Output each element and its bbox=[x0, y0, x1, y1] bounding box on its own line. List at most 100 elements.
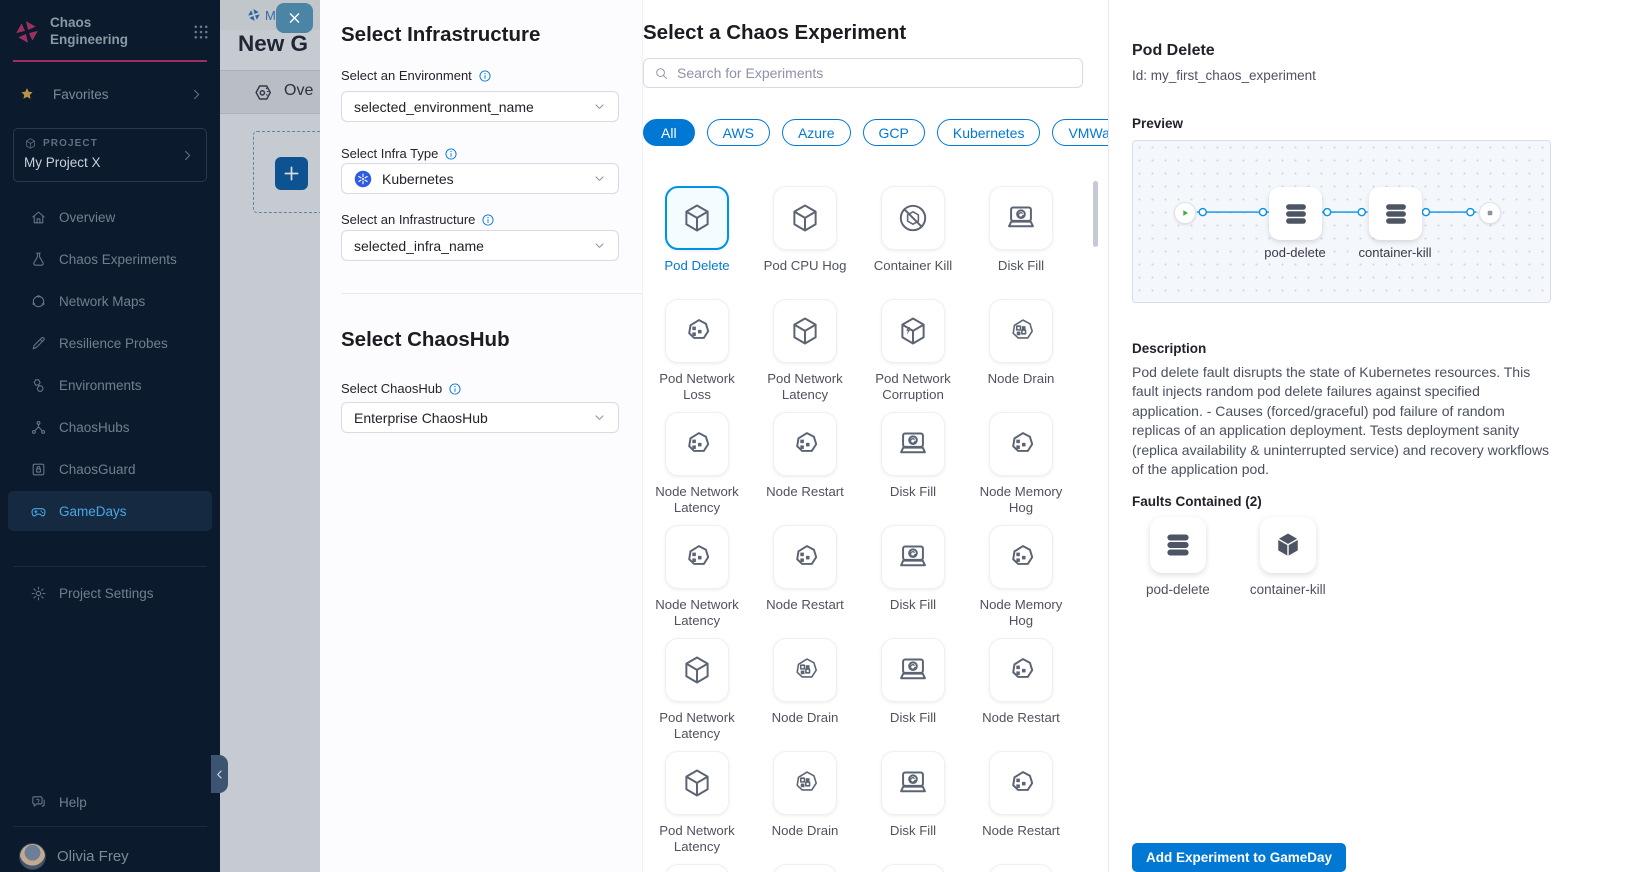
fault-label: pod-delete bbox=[1146, 582, 1210, 597]
experiment-card-disk-fill[interactable] bbox=[989, 186, 1053, 250]
experiment-card-partial[interactable] bbox=[881, 864, 945, 872]
nodesq-icon bbox=[788, 766, 822, 800]
experiment-card-node-memory-hog[interactable] bbox=[989, 525, 1053, 589]
filter-chip-aws[interactable]: AWS bbox=[707, 119, 770, 146]
sidebar-item-network-maps[interactable]: Network Maps bbox=[0, 280, 220, 322]
search-input[interactable] bbox=[677, 65, 1072, 81]
experiment-card-disk-fill[interactable] bbox=[881, 751, 945, 815]
nodesq-icon bbox=[1004, 314, 1038, 348]
project-label: PROJECT bbox=[43, 138, 98, 149]
info-icon[interactable] bbox=[444, 147, 458, 161]
infra-type-select[interactable]: Kubernetes bbox=[341, 163, 619, 194]
sidebar-collapse-handle[interactable] bbox=[211, 755, 228, 793]
info-icon[interactable] bbox=[481, 213, 495, 227]
sidebar-item-chaosguard[interactable]: ChaosGuard bbox=[0, 448, 220, 490]
experiment-card-partial[interactable] bbox=[773, 864, 837, 872]
experiment-card-label: Disk Fill bbox=[998, 258, 1044, 274]
experiment-card-label: Node Drain bbox=[772, 823, 839, 839]
sidebar-item-chaoshubs[interactable]: ChaosHubs bbox=[0, 406, 220, 448]
module-switcher-icon[interactable] bbox=[192, 23, 210, 41]
sidebar-item-gamedays[interactable]: GameDays bbox=[8, 491, 212, 531]
experiment-card-node-restart[interactable] bbox=[773, 525, 837, 589]
experiment-card-node-restart[interactable] bbox=[773, 412, 837, 476]
fault-card[interactable] bbox=[1150, 517, 1206, 573]
experiment-card-label: Pod Network Latency bbox=[753, 371, 857, 402]
node-icon bbox=[1004, 653, 1038, 687]
experiment-card-node-drain[interactable] bbox=[989, 299, 1053, 363]
experiment-card-disk-fill[interactable] bbox=[881, 525, 945, 589]
experiment-card-partial[interactable] bbox=[989, 864, 1053, 872]
filter-chip-gcp[interactable]: GCP bbox=[863, 119, 925, 146]
overview-tab-icon bbox=[252, 81, 275, 104]
fault-card[interactable] bbox=[1260, 517, 1316, 573]
experiment-card-node-restart[interactable] bbox=[989, 751, 1053, 815]
chevron-right-icon bbox=[181, 149, 194, 162]
sidebar-item-chaos-experiments[interactable]: Chaos Experiments bbox=[0, 238, 220, 280]
sidebar-item-help[interactable]: Help bbox=[0, 781, 220, 823]
experiment-card-label: Pod CPU Hog bbox=[764, 258, 847, 274]
experiment-card-pod-network-latency[interactable] bbox=[773, 299, 837, 363]
sidebar-item-resilience-probes[interactable]: Resilience Probes bbox=[0, 322, 220, 364]
experiment-card-partial[interactable] bbox=[665, 864, 729, 872]
info-icon[interactable] bbox=[448, 382, 462, 396]
experiment-card-node-memory-hog[interactable] bbox=[989, 412, 1053, 476]
flow-node-container-kill[interactable] bbox=[1369, 187, 1422, 240]
experiment-card-pod-network-loss[interactable] bbox=[665, 299, 729, 363]
fault-item-pod-delete[interactable]: pod-delete bbox=[1146, 517, 1210, 597]
filter-chip-all[interactable]: All bbox=[643, 119, 695, 146]
description-label: Description bbox=[1132, 341, 1206, 356]
fault-label: container-kill bbox=[1250, 582, 1326, 597]
filter-chip-azure[interactable]: Azure bbox=[782, 119, 851, 146]
flow-stop-node[interactable] bbox=[1479, 202, 1501, 224]
experiment-card-pod-network-latency[interactable] bbox=[665, 751, 729, 815]
experiment-card-container-kill[interactable] bbox=[881, 186, 945, 250]
sidebar-item-favorites[interactable]: Favorites bbox=[13, 83, 207, 105]
add-button[interactable] bbox=[275, 157, 308, 190]
flow-start-node[interactable] bbox=[1174, 202, 1196, 224]
experiment-card-node-network-latency[interactable] bbox=[665, 525, 729, 589]
sidebar-item-environments[interactable]: Environments bbox=[0, 364, 220, 406]
experiment-card-pod-network-latency[interactable] bbox=[665, 638, 729, 702]
experiment-card-node-drain[interactable] bbox=[773, 751, 837, 815]
node-icon bbox=[1004, 766, 1038, 800]
hub-icon bbox=[30, 419, 47, 436]
experiment-card-label: Pod Network Latency bbox=[645, 710, 749, 741]
chaoshub-section-title: Select ChaosHub bbox=[341, 328, 510, 352]
flow-node-pod-delete[interactable] bbox=[1269, 187, 1322, 240]
gamepad-icon bbox=[30, 503, 47, 520]
infrastructure-select[interactable]: selected_infra_name bbox=[341, 230, 619, 261]
info-icon[interactable] bbox=[478, 69, 492, 83]
experiment-card-disk-fill[interactable] bbox=[881, 638, 945, 702]
user-profile[interactable]: Olivia Frey bbox=[19, 843, 129, 870]
experiment-search[interactable] bbox=[643, 58, 1083, 88]
node-icon bbox=[680, 427, 714, 461]
experiment-card-pod-delete[interactable] bbox=[665, 186, 729, 250]
sidebar-item-label: Overview bbox=[59, 210, 115, 225]
preview-label: Preview bbox=[1132, 116, 1183, 131]
close-button[interactable] bbox=[276, 3, 313, 33]
environment-select[interactable]: selected_environment_name bbox=[341, 91, 619, 122]
experiment-card-node-network-latency[interactable] bbox=[665, 412, 729, 476]
project-name: My Project X bbox=[24, 155, 196, 170]
sidebar-item-project-settings[interactable]: Project Settings bbox=[0, 572, 220, 614]
project-selector[interactable]: PROJECT My Project X bbox=[13, 128, 207, 182]
experiment-card-node-drain[interactable] bbox=[773, 638, 837, 702]
tab-overview[interactable]: Ove bbox=[284, 82, 313, 100]
page-tabbar: Ove bbox=[220, 70, 320, 114]
experiment-card-pod-cpu-hog[interactable] bbox=[773, 186, 837, 250]
experiment-card-disk-fill[interactable] bbox=[881, 412, 945, 476]
sidebar-item-label: ChaosHubs bbox=[59, 420, 130, 435]
experiment-card-pod-network-corruption[interactable] bbox=[881, 299, 945, 363]
filter-chip-kubernetes[interactable]: Kubernetes bbox=[937, 119, 1041, 146]
sidebar-item-overview[interactable]: Overview bbox=[0, 196, 220, 238]
infrastructure-panel: Select Infrastructure Select an Environm… bbox=[320, 0, 643, 872]
add-experiment-to-gameday-button[interactable]: Add Experiment to GameDay bbox=[1132, 843, 1346, 872]
experiment-card-label: Pod Network Loss bbox=[645, 371, 749, 402]
scrollbar-thumb[interactable] bbox=[1093, 181, 1098, 247]
experiment-card-node-restart[interactable] bbox=[989, 638, 1053, 702]
fault-item-container-kill[interactable]: container-kill bbox=[1250, 517, 1326, 597]
experiment-card-label: Disk Fill bbox=[890, 484, 936, 500]
chaoshub-select[interactable]: Enterprise ChaosHub bbox=[341, 402, 619, 433]
experiment-card-label: Node Restart bbox=[766, 484, 844, 500]
faults-list: pod-delete container-kill bbox=[1132, 517, 1326, 597]
